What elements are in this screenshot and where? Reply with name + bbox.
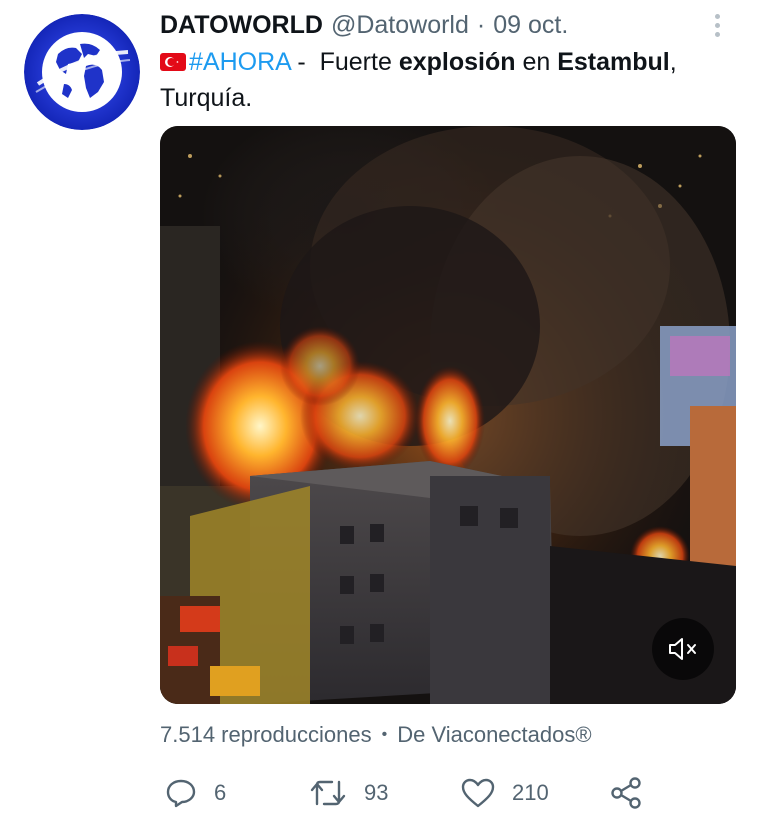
tweet-header: DATOWORLD @Datoworld · 09 oct. [160, 8, 700, 42]
text-bold-explosion: explosión [398, 48, 516, 76]
video-frame [160, 126, 736, 704]
dot-separator: • [381, 726, 388, 743]
mute-toggle-button[interactable] [652, 618, 714, 680]
user-handle[interactable]: @Datoworld [331, 11, 469, 40]
reply-count: 6 [214, 780, 227, 805]
view-count: 7.514 reproducciones [160, 722, 372, 747]
video-player[interactable] [160, 126, 736, 704]
tweet-text: #AHORA - Fuerte explosión en Estambul, T… [160, 44, 740, 116]
avatar[interactable] [24, 14, 140, 130]
globe-logo-icon [24, 14, 140, 130]
volume-muted-icon [669, 638, 696, 660]
hashtag-link[interactable]: #AHORA [189, 48, 290, 76]
text-segment: - Fuerte [290, 48, 399, 76]
text-segment: en [515, 48, 558, 76]
retweet-button[interactable]: 93 [308, 768, 388, 818]
view-stats: 7.514 reproducciones • De Viaconectados® [160, 722, 592, 748]
like-count: 210 [512, 780, 549, 805]
text-bold-estambul: Estambul [557, 48, 670, 76]
video-source-link[interactable]: De Viaconectados® [397, 722, 591, 748]
share-icon [611, 777, 641, 809]
reply-button[interactable]: 6 [164, 768, 226, 818]
reply-icon [166, 779, 196, 808]
tweet-date[interactable]: 09 oct. [493, 11, 568, 40]
retweet-icon [310, 780, 346, 806]
display-name[interactable]: DATOWORLD [160, 11, 323, 40]
tweet-actions: 6 93 210 [160, 768, 720, 818]
share-button[interactable] [608, 768, 644, 818]
separator: · [476, 10, 486, 39]
like-icon [461, 778, 495, 808]
like-button[interactable]: 210 [460, 768, 549, 818]
turkey-flag-icon [160, 53, 186, 71]
more-options-icon[interactable] [706, 10, 728, 40]
retweet-count: 93 [364, 780, 389, 805]
